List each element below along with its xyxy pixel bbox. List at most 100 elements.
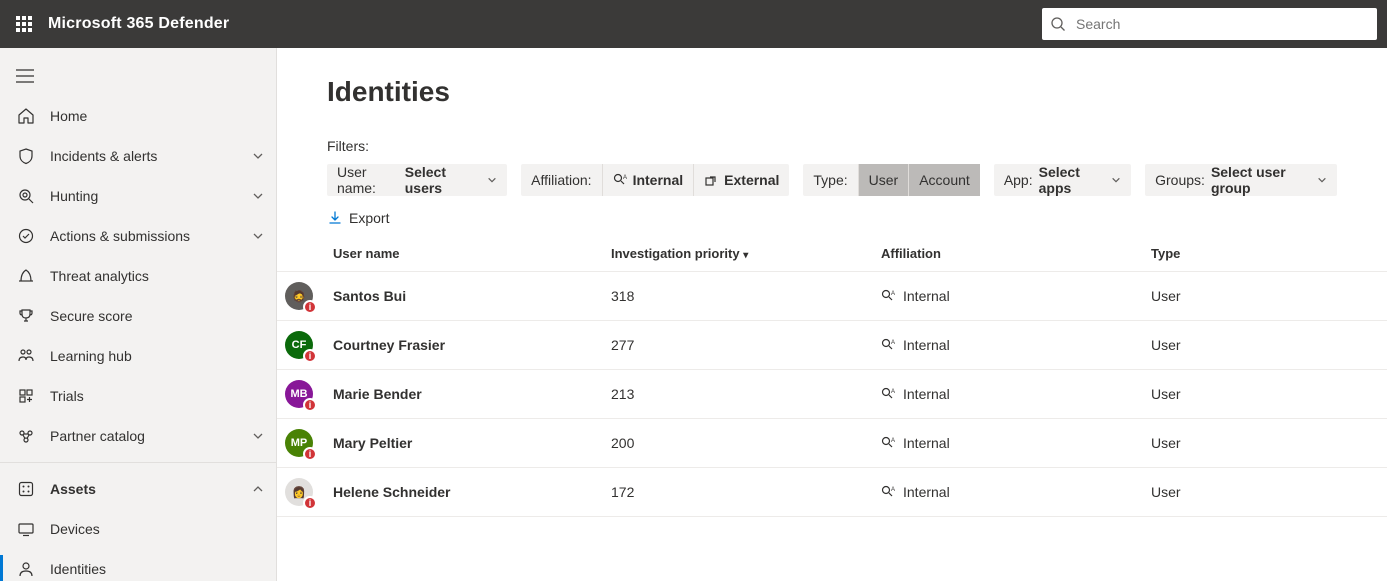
filter-affiliation-internal[interactable]: A Internal [602,164,694,196]
filter-groups[interactable]: Groups: Select user group [1145,164,1337,196]
sidebar-label: Learning hub [50,348,264,364]
sidebar-label: Trials [50,388,264,404]
affiliation-cell: A Internal [881,288,1135,304]
search-icon [1050,16,1066,32]
sidebar-label: Identities [50,561,264,577]
internal-icon: A [881,436,895,450]
app-launcher-icon[interactable] [0,0,48,48]
avatar: CF i [285,331,313,359]
assets-icon [16,479,36,499]
devices-icon [16,519,36,539]
table-row[interactable]: 🧔 i Santos Bui 318 A Internal User [277,272,1387,321]
sidebar-item-partner[interactable]: Partner catalog [0,416,276,456]
filter-affiliation-label: Affiliation: [521,164,601,196]
col-user[interactable]: User name [333,236,603,272]
trials-icon [16,386,36,406]
sidebar-label: Home [50,108,264,124]
export-button[interactable]: Export [327,210,389,226]
sidebar-label: Actions & submissions [50,228,252,244]
table-row[interactable]: MP i Mary Peltier 200 A Internal User [277,419,1387,468]
search-box[interactable] [1042,8,1377,40]
sidebar-item-secure-score[interactable]: Secure score [0,296,276,336]
product-title: Microsoft 365 Defender [48,15,229,33]
trophy-icon [16,306,36,326]
sidebar-label: Secure score [50,308,264,324]
priority-cell: 172 [603,468,873,517]
table-row[interactable]: CF i Courtney Frasier 277 A Internal Use… [277,321,1387,370]
col-priority[interactable]: Investigation priority ▾ [603,236,873,272]
svg-text:A: A [891,487,895,493]
alert-badge-icon: i [303,300,317,314]
avatar: 🧔 i [285,282,313,310]
filter-username-prefix: User name: [337,164,399,196]
sidebar-label: Incidents & alerts [50,148,252,164]
type-cell: User [1143,370,1387,419]
nav-collapse-toggle[interactable] [0,56,276,96]
filter-affiliation-external[interactable]: External [693,164,789,196]
priority-cell: 200 [603,419,873,468]
table-row[interactable]: 👩 i Helene Schneider 172 A Internal User [277,468,1387,517]
table-row[interactable]: MB i Marie Bender 213 A Internal User [277,370,1387,419]
search-input[interactable] [1074,15,1369,33]
svg-text:A: A [891,291,895,297]
sidebar-item-home[interactable]: Home [0,96,276,136]
chevron-down-icon [487,175,497,185]
sidebar-label: Hunting [50,188,252,204]
sidebar-item-learning[interactable]: Learning hub [0,336,276,376]
col-affiliation[interactable]: Affiliation [873,236,1143,272]
hunting-icon [16,186,36,206]
filter-type-account[interactable]: Account [908,164,980,196]
affiliation-cell: A Internal [881,337,1135,353]
chevron-down-icon [252,190,264,202]
sidebar-item-devices[interactable]: Devices [0,509,276,549]
chevron-down-icon [1317,175,1327,185]
shield-icon [16,146,36,166]
global-header: Microsoft 365 Defender [0,0,1387,48]
chevron-down-icon [1111,175,1121,185]
avatar: MB i [285,380,313,408]
internal-icon: A [881,289,895,303]
sidebar-item-actions[interactable]: Actions & submissions [0,216,276,256]
sort-desc-icon: ▾ [743,250,748,261]
sidebar-label: Partner catalog [50,428,252,444]
filter-type-user[interactable]: User [858,164,909,196]
filter-app-value: Select apps [1039,164,1100,196]
filter-groups-prefix: Groups: [1155,172,1205,188]
sidebar-item-identities[interactable]: Identities [0,549,276,581]
nav-divider [0,462,276,463]
sidebar-item-threat[interactable]: Threat analytics [0,256,276,296]
sidebar: Home Incidents & alerts Hunting Actions … [0,48,277,581]
sidebar-item-trials[interactable]: Trials [0,376,276,416]
alert-badge-icon: i [303,349,317,363]
priority-cell: 277 [603,321,873,370]
user-name: Courtney Frasier [333,337,445,353]
svg-text:A: A [891,340,895,346]
partner-icon [16,426,36,446]
avatar: 👩 i [285,478,313,506]
sidebar-item-incidents[interactable]: Incidents & alerts [0,136,276,176]
col-type[interactable]: Type [1143,236,1387,272]
filter-username-value: Select users [405,164,475,196]
sidebar-label: Threat analytics [50,268,264,284]
sidebar-label: Devices [50,521,264,537]
sidebar-item-hunting[interactable]: Hunting [0,176,276,216]
external-icon [704,173,718,187]
filter-app[interactable]: App: Select apps [994,164,1131,196]
filter-username[interactable]: User name: Select users [327,164,507,196]
alert-badge-icon: i [303,398,317,412]
user-name: Mary Peltier [333,435,412,451]
chevron-down-icon [252,430,264,442]
avatar: MP i [285,429,313,457]
chevron-up-icon [252,483,264,495]
svg-text:A: A [891,438,895,444]
table-toolbar: Export [277,196,1387,236]
sidebar-item-assets[interactable]: Assets [0,469,276,509]
export-label: Export [349,210,389,226]
internal-icon: A [613,173,627,187]
table-header-row: User name Investigation priority ▾ Affil… [277,236,1387,272]
home-icon [16,106,36,126]
affiliation-cell: A Internal [881,484,1135,500]
main-content: Identities Filters: User name: Select us… [277,48,1387,581]
user-name: Helene Schneider [333,484,451,500]
type-cell: User [1143,468,1387,517]
